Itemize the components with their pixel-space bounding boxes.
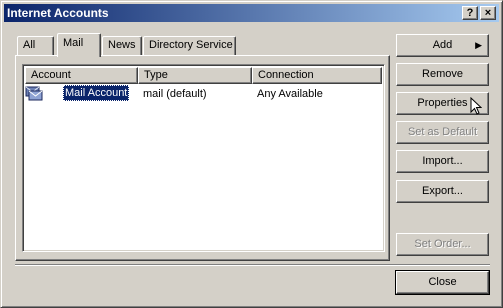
tab-news-label: News <box>108 39 136 51</box>
import-button[interactable]: Import... <box>396 150 489 173</box>
set-order-button[interactable]: Set Order... <box>396 233 489 256</box>
close-button[interactable]: Close <box>395 270 490 295</box>
column-header-connection[interactable]: Connection <box>252 67 382 84</box>
tab-all-label: All <box>23 39 36 51</box>
title-bar[interactable]: Internet Accounts ? × <box>4 4 499 22</box>
column-header-type-label: Type <box>144 69 168 81</box>
submenu-arrow-icon: ▶ <box>475 40 482 50</box>
window-title: Internet Accounts <box>7 6 109 20</box>
help-button[interactable]: ? <box>462 6 478 20</box>
separator-line <box>15 264 490 266</box>
arrow-cursor-icon <box>470 96 483 116</box>
tab-news[interactable]: News <box>102 36 142 55</box>
column-header-type[interactable]: Type <box>138 67 252 84</box>
properties-button-label: Properties <box>417 97 468 109</box>
tab-all[interactable]: All <box>17 36 54 55</box>
account-connection-cell: Any Available <box>257 88 323 100</box>
column-header-account[interactable]: Account <box>25 67 138 84</box>
close-window-button[interactable]: × <box>480 6 496 20</box>
tab-mail[interactable]: Mail <box>57 33 101 57</box>
tab-directory-service[interactable]: Directory Service <box>143 36 236 55</box>
account-name-cell: Mail Account <box>63 85 130 101</box>
internet-accounts-window: Internet Accounts ? × All Mail News Dire… <box>0 0 503 308</box>
add-button-label: Add <box>432 39 453 51</box>
remove-button[interactable]: Remove <box>396 63 489 86</box>
column-header-connection-label: Connection <box>258 69 314 81</box>
export-button[interactable]: Export... <box>396 180 489 203</box>
set-as-default-button[interactable]: Set as Default <box>396 121 489 144</box>
accounts-list[interactable]: Account Type Connection Mail Account mai… <box>22 64 385 252</box>
account-type-cell: mail (default) <box>143 88 207 100</box>
tab-directory-service-label: Directory Service <box>149 39 233 51</box>
tab-mail-label: Mail <box>63 37 84 49</box>
column-header-account-label: Account <box>31 69 71 81</box>
add-button[interactable]: Add ▶ <box>396 34 489 57</box>
mail-account-icon <box>25 85 43 101</box>
